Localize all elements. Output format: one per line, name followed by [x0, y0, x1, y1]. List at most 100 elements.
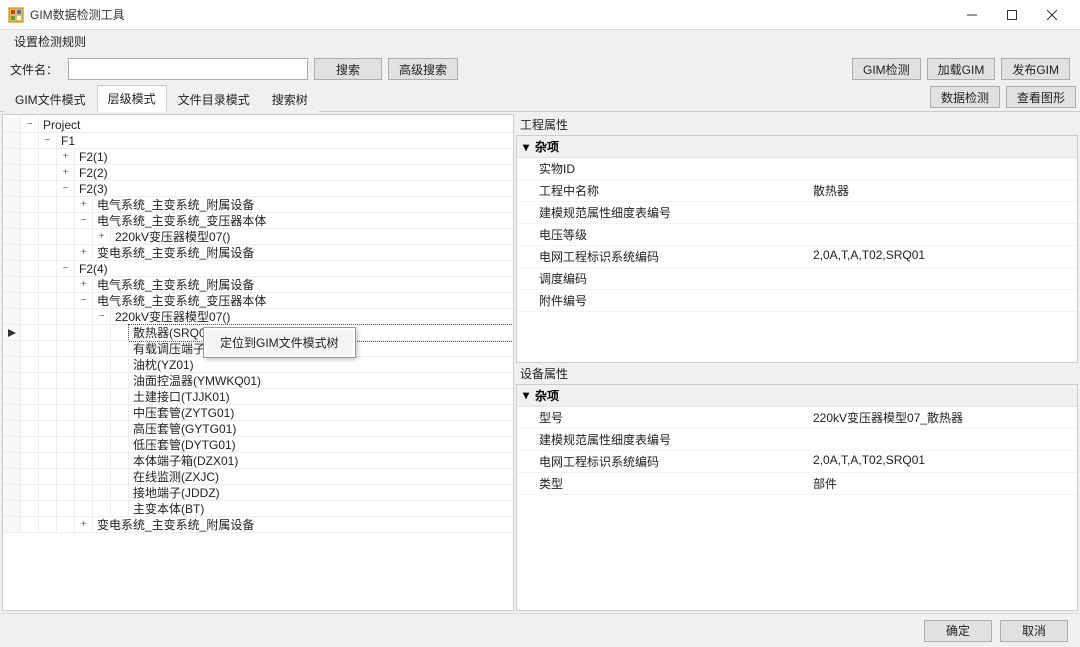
- prop-row[interactable]: 附件编号: [517, 290, 1077, 312]
- tree-row[interactable]: 高压套管(GYTG01): [3, 421, 513, 437]
- tree-row[interactable]: −F2(3): [3, 181, 513, 197]
- tree-label[interactable]: 油面控温器(YMWKQ01): [129, 373, 513, 389]
- prop-value[interactable]: 部件: [807, 473, 1077, 494]
- tree-row[interactable]: −220kV变压器模型07(): [3, 309, 513, 325]
- tree-row[interactable]: 油枕(YZ01): [3, 357, 513, 373]
- prop-value[interactable]: [807, 224, 1077, 245]
- tree-label[interactable]: 220kV变压器模型07(): [111, 229, 513, 245]
- load-gim-button[interactable]: 加载GIM: [927, 58, 996, 80]
- tree-label[interactable]: 油枕(YZ01): [129, 357, 513, 373]
- minimize-button[interactable]: [952, 1, 992, 29]
- tab-3[interactable]: 搜索树: [261, 86, 319, 112]
- tree-expander[interactable]: +: [75, 517, 93, 533]
- context-menu-locate[interactable]: 定位到GIM文件模式树: [206, 330, 353, 355]
- tree[interactable]: −Project−F1+F2(1)+F2(2)−F2(3)+电气系统_主变系统_…: [3, 115, 513, 535]
- prop-row[interactable]: 类型部件: [517, 473, 1077, 495]
- ok-button[interactable]: 确定: [924, 620, 992, 642]
- tree-expander[interactable]: +: [75, 245, 93, 261]
- gim-detect-button[interactable]: GIM检测: [852, 58, 921, 80]
- view-graph-button[interactable]: 查看图形: [1006, 86, 1076, 108]
- tree-row[interactable]: +F2(2): [3, 165, 513, 181]
- tab-1[interactable]: 层级模式: [97, 85, 167, 112]
- prop-row[interactable]: 工程中名称散热器: [517, 180, 1077, 202]
- cancel-button[interactable]: 取消: [1000, 620, 1068, 642]
- adv-search-button[interactable]: 高级搜索: [388, 58, 458, 80]
- tree-expander[interactable]: −: [93, 309, 111, 325]
- tree-label[interactable]: F2(1): [75, 149, 513, 165]
- prop-row[interactable]: 型号220kV变压器模型07_散热器: [517, 407, 1077, 429]
- tree-expander[interactable]: −: [75, 293, 93, 309]
- tree-expander[interactable]: +: [57, 149, 75, 165]
- menu-rules[interactable]: 设置检测规则: [8, 31, 92, 52]
- tree-row[interactable]: 低压套管(DYTG01): [3, 437, 513, 453]
- tree-label[interactable]: 220kV变压器模型07(): [111, 309, 513, 325]
- tree-expander[interactable]: +: [75, 197, 93, 213]
- tree-label[interactable]: 电气系统_主变系统_变压器本体: [93, 293, 513, 309]
- tree-label[interactable]: F1: [57, 133, 513, 149]
- tree-label[interactable]: 变电系统_主变系统_附属设备: [93, 517, 513, 533]
- prop-row[interactable]: 调度编码: [517, 268, 1077, 290]
- context-menu[interactable]: 定位到GIM文件模式树: [203, 327, 356, 358]
- tree-row[interactable]: −电气系统_主变系统_变压器本体: [3, 213, 513, 229]
- tree-expander[interactable]: −: [39, 133, 57, 149]
- tree-row[interactable]: 中压套管(ZYTG01): [3, 405, 513, 421]
- tree-label[interactable]: 电气系统_主变系统_附属设备: [93, 277, 513, 293]
- tree-row[interactable]: +电气系统_主变系统_附属设备: [3, 277, 513, 293]
- tree-label[interactable]: 土建接口(TJJK01): [129, 389, 513, 405]
- tree-pane[interactable]: −Project−F1+F2(1)+F2(2)−F2(3)+电气系统_主变系统_…: [2, 114, 514, 611]
- tree-row[interactable]: +电气系统_主变系统_附属设备: [3, 197, 513, 213]
- tree-label[interactable]: 电气系统_主变系统_附属设备: [93, 197, 513, 213]
- maximize-button[interactable]: [992, 1, 1032, 29]
- tree-row[interactable]: +F2(1): [3, 149, 513, 165]
- prop-value[interactable]: [807, 268, 1077, 289]
- prop-value[interactable]: [807, 158, 1077, 179]
- prop-value[interactable]: 220kV变压器模型07_散热器: [807, 407, 1077, 428]
- prop-row[interactable]: 电压等级: [517, 224, 1077, 246]
- publish-gim-button[interactable]: 发布GIM: [1001, 58, 1070, 80]
- tree-row[interactable]: 在线监测(ZXJC): [3, 469, 513, 485]
- tree-row[interactable]: 主变本体(BT): [3, 501, 513, 517]
- tree-row[interactable]: +220kV变压器模型07(): [3, 229, 513, 245]
- tree-label[interactable]: F2(2): [75, 165, 513, 181]
- tree-expander[interactable]: +: [93, 229, 111, 245]
- prop-category[interactable]: ▾杂项: [517, 136, 1077, 158]
- prop-row[interactable]: 建模规范属性细度表编号: [517, 429, 1077, 451]
- tree-row[interactable]: 土建接口(TJJK01): [3, 389, 513, 405]
- tree-label[interactable]: Project: [39, 117, 513, 133]
- tree-label[interactable]: 电气系统_主变系统_变压器本体: [93, 213, 513, 229]
- tree-label[interactable]: 主变本体(BT): [129, 501, 513, 517]
- prop-value[interactable]: [807, 429, 1077, 450]
- tree-expander[interactable]: −: [21, 117, 39, 133]
- prop-category[interactable]: ▾杂项: [517, 385, 1077, 407]
- tree-label[interactable]: 在线监测(ZXJC): [129, 469, 513, 485]
- tree-label[interactable]: 高压套管(GYTG01): [129, 421, 513, 437]
- tree-row[interactable]: 油面控温器(YMWKQ01): [3, 373, 513, 389]
- tree-row[interactable]: +变电系统_主变系统_附属设备: [3, 245, 513, 261]
- prop-value[interactable]: [807, 202, 1077, 223]
- tab-0[interactable]: GIM文件模式: [4, 86, 97, 112]
- tree-expander[interactable]: +: [57, 165, 75, 181]
- tree-row[interactable]: −F2(4): [3, 261, 513, 277]
- project-props-grid[interactable]: ▾杂项实物ID工程中名称散热器建模规范属性细度表编号电压等级电网工程标识系统编码…: [516, 135, 1078, 363]
- tree-row[interactable]: 接地端子(JDDZ): [3, 485, 513, 501]
- tree-expander[interactable]: −: [57, 261, 75, 277]
- tree-label[interactable]: 接地端子(JDDZ): [129, 485, 513, 501]
- tree-label[interactable]: F2(4): [75, 261, 513, 277]
- prop-value[interactable]: 2,0A,T,A,T02,SRQ01: [807, 451, 1077, 472]
- prop-row[interactable]: 电网工程标识系统编码2,0A,T,A,T02,SRQ01: [517, 451, 1077, 473]
- tree-expander[interactable]: −: [57, 181, 75, 197]
- tree-label[interactable]: 变电系统_主变系统_附属设备: [93, 245, 513, 261]
- tab-2[interactable]: 文件目录模式: [167, 86, 261, 112]
- tree-row[interactable]: −F1: [3, 133, 513, 149]
- tree-label[interactable]: 本体端子箱(DZX01): [129, 453, 513, 469]
- device-props-grid[interactable]: ▾杂项型号220kV变压器模型07_散热器建模规范属性细度表编号电网工程标识系统…: [516, 384, 1078, 612]
- tree-label[interactable]: 中压套管(ZYTG01): [129, 405, 513, 421]
- tree-row[interactable]: +变电系统_主变系统_附属设备: [3, 517, 513, 533]
- search-button[interactable]: 搜索: [314, 58, 382, 80]
- close-button[interactable]: [1032, 1, 1072, 29]
- data-detect-button[interactable]: 数据检测: [930, 86, 1000, 108]
- tree-expander[interactable]: −: [75, 213, 93, 229]
- prop-row[interactable]: 电网工程标识系统编码2,0A,T,A,T02,SRQ01: [517, 246, 1077, 268]
- tree-row[interactable]: −Project: [3, 117, 513, 133]
- prop-value[interactable]: 2,0A,T,A,T02,SRQ01: [807, 246, 1077, 267]
